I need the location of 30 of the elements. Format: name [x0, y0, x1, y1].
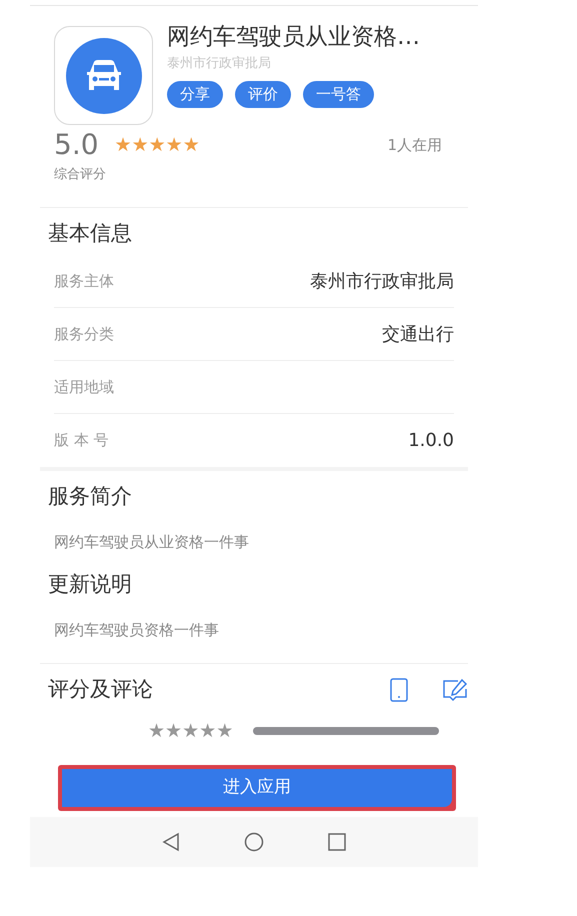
- back-icon[interactable]: [162, 832, 180, 852]
- rating-label: 综合评分: [53, 166, 107, 184]
- section-heading: 更新说明: [47, 571, 133, 598]
- publisher-name: 泰州市行政审批局: [167, 54, 272, 73]
- info-label: 版 本 号: [54, 430, 109, 452]
- info-value: 交通出行: [382, 322, 454, 346]
- info-label: 服务主体: [54, 270, 114, 292]
- info-label: 服务分类: [54, 324, 114, 345]
- edit-icon[interactable]: [442, 678, 468, 702]
- app-title: 网约车驾驶员从业资格…: [167, 24, 420, 52]
- section-heading: 服务简介: [47, 483, 133, 510]
- user-count: 1人在用: [387, 134, 442, 156]
- description-text: 网约车驾驶员资格一件事: [53, 620, 220, 640]
- info-value: 1.0.0: [408, 429, 454, 453]
- phone-icon: [390, 678, 408, 702]
- enter-app-button[interactable]: 进入应用: [62, 768, 452, 806]
- action-button[interactable]: 分享: [167, 81, 223, 108]
- section-heading: 基本信息: [47, 220, 133, 246]
- recents-icon[interactable]: [328, 832, 346, 850]
- action-button[interactable]: 评价: [235, 81, 291, 108]
- app-icon: [54, 26, 153, 125]
- section-heading: 评分及评论: [47, 676, 153, 703]
- info-label: 适用地域: [54, 376, 114, 398]
- star-rating: ★★★★★: [148, 722, 234, 740]
- star-rating: ★★★★★: [114, 136, 200, 154]
- home-icon[interactable]: [244, 832, 264, 852]
- description-text: 网约车驾驶员从业资格一件事: [53, 532, 250, 552]
- action-button[interactable]: 一号答: [303, 81, 374, 108]
- info-value: 泰州市行政审批局: [310, 270, 454, 294]
- rating-score: 5.0: [54, 131, 99, 159]
